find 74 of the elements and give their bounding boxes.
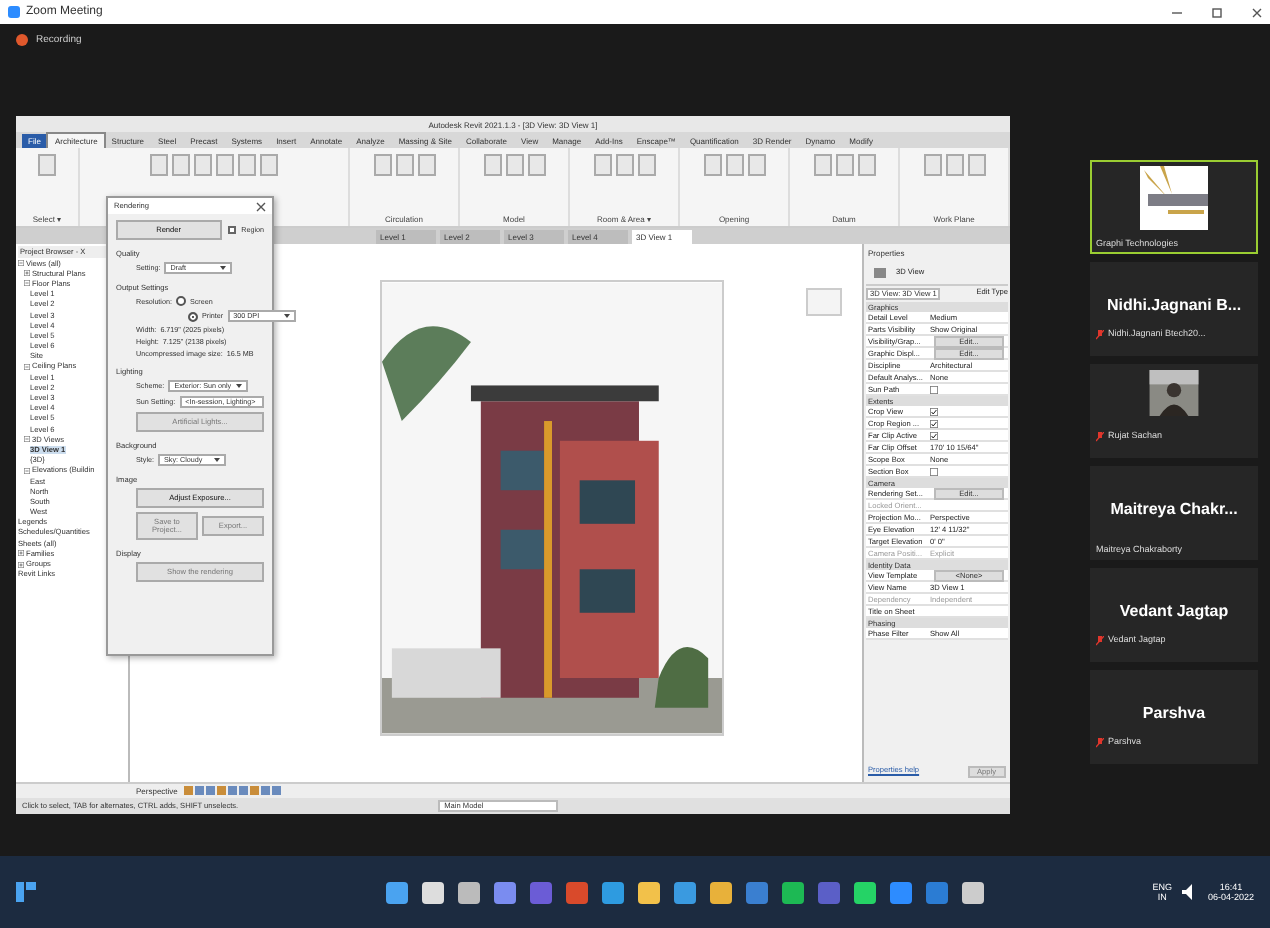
caret-icon — [283, 314, 290, 318]
widgets-icon[interactable] — [16, 882, 36, 902]
minimize-icon[interactable] — [1172, 7, 1182, 17]
close-icon[interactable] — [1252, 7, 1262, 17]
participant-name: Vedant Jagtap — [1119, 602, 1229, 620]
tool-icon[interactable] — [835, 154, 853, 176]
tool-icon[interactable] — [172, 154, 190, 176]
collapse-icon[interactable] — [24, 467, 30, 474]
app-icon[interactable] — [781, 881, 804, 903]
participant-name: Nidhi.Jagnani B... — [1106, 296, 1242, 314]
app-icon[interactable] — [601, 881, 624, 903]
muted-microphone-icon — [1096, 738, 1104, 748]
tool-icon[interactable] — [373, 154, 391, 176]
speaker-icon[interactable] — [1181, 884, 1198, 900]
caret-icon — [235, 384, 242, 388]
tool-icon[interactable] — [527, 154, 545, 176]
app-icon[interactable] — [493, 881, 516, 903]
muted-microphone-icon — [1096, 432, 1104, 442]
caret-icon — [214, 458, 220, 462]
app-icon[interactable] — [889, 881, 912, 903]
tool-icon[interactable] — [194, 154, 212, 176]
checkbox[interactable] — [930, 407, 938, 415]
tool-icon[interactable] — [813, 154, 831, 176]
tool-icon[interactable] — [967, 154, 985, 176]
checkbox[interactable] — [930, 431, 938, 439]
zoom-logo-icon — [8, 6, 20, 18]
restore-icon[interactable] — [1212, 7, 1222, 17]
close-icon[interactable] — [256, 201, 266, 211]
app-icon[interactable] — [637, 881, 660, 903]
muted-microphone-icon — [1096, 636, 1104, 646]
radio-button[interactable] — [175, 296, 186, 306]
recording-icon — [16, 34, 28, 46]
collapse-icon[interactable] — [24, 280, 30, 287]
tool-icon[interactable] — [260, 154, 278, 176]
tool-icon[interactable] — [725, 154, 743, 176]
radio-button[interactable] — [188, 311, 198, 321]
app-icon[interactable] — [457, 881, 480, 903]
tool-icon[interactable] — [703, 154, 721, 176]
tool-icon[interactable] — [395, 154, 413, 176]
tool-icon[interactable] — [615, 154, 633, 176]
tool-icon[interactable] — [923, 154, 941, 176]
participant-name: Parshva — [1142, 704, 1206, 722]
tool-icon[interactable] — [505, 154, 523, 176]
tool-icon[interactable] — [747, 154, 765, 176]
tool-icon[interactable] — [945, 154, 963, 176]
tool-icon[interactable] — [150, 154, 168, 176]
muted-microphone-icon — [1096, 330, 1104, 340]
checkbox[interactable] — [930, 385, 938, 393]
tool-icon[interactable] — [857, 154, 875, 176]
expand-icon[interactable] — [18, 550, 24, 557]
app-icon[interactable] — [421, 881, 444, 903]
expand-icon[interactable] — [18, 561, 24, 568]
caret-icon — [220, 266, 227, 270]
tool-icon[interactable] — [216, 154, 234, 176]
tool-icon[interactable] — [238, 154, 256, 176]
app-icon[interactable] — [385, 881, 408, 903]
checkbox[interactable] — [227, 226, 236, 234]
tool-icon[interactable] — [637, 154, 655, 176]
expand-icon[interactable] — [24, 270, 30, 277]
participant-name: Maitreya Chakr... — [1110, 500, 1238, 518]
tool-icon[interactable] — [417, 154, 435, 176]
checkbox[interactable] — [930, 467, 938, 475]
view-control-icons[interactable] — [183, 786, 284, 796]
app-icon[interactable] — [961, 881, 984, 903]
app-icon[interactable] — [709, 881, 732, 903]
tool-icon[interactable] — [483, 154, 501, 176]
tool-icon[interactable] — [38, 154, 56, 176]
collapse-icon[interactable] — [18, 260, 24, 267]
tool-icon[interactable] — [593, 154, 611, 176]
collapse-icon[interactable] — [24, 436, 30, 443]
app-icon[interactable] — [673, 881, 696, 903]
checkbox[interactable] — [930, 419, 938, 427]
app-icon[interactable] — [853, 881, 876, 903]
collapse-icon[interactable] — [24, 363, 30, 370]
